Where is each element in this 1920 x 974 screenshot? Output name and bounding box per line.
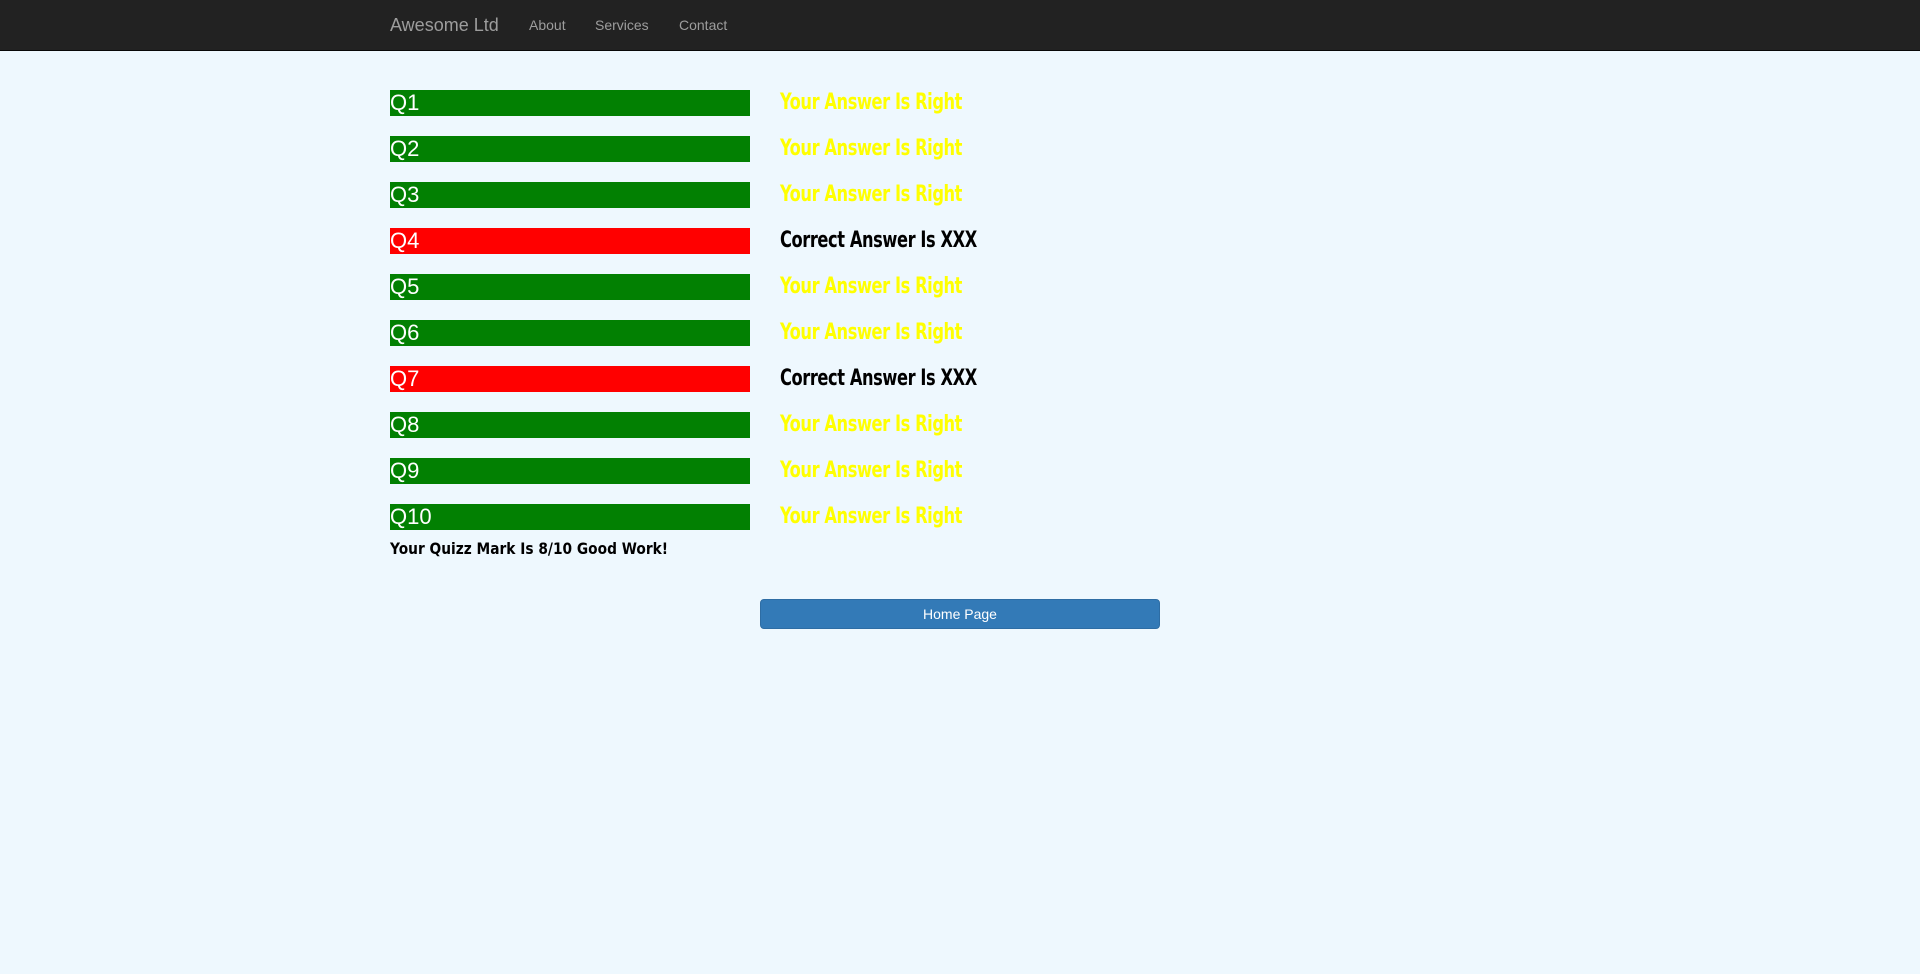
result-row: Q1 Your Answer Is Right bbox=[390, 90, 1190, 116]
answer-verdict: Your Answer Is Right bbox=[780, 412, 963, 437]
nav-link-services[interactable]: Services bbox=[595, 17, 649, 33]
question-bar-q3: Q3 bbox=[390, 182, 750, 208]
answer-verdict: Your Answer Is Right bbox=[780, 320, 963, 345]
result-row: Q9 Your Answer Is Right bbox=[390, 458, 1190, 484]
question-bar-q7: Q7 bbox=[390, 366, 750, 392]
question-bar-q1: Q1 bbox=[390, 90, 750, 116]
answer-verdict: Your Answer Is Right bbox=[780, 182, 963, 207]
answer-verdict: Your Answer Is Right bbox=[780, 90, 963, 115]
question-bar-q5: Q5 bbox=[390, 274, 750, 300]
result-row: Q2 Your Answer Is Right bbox=[390, 136, 1190, 162]
answer-verdict: Your Answer Is Right bbox=[780, 458, 963, 483]
question-bar-q4: Q4 bbox=[390, 228, 750, 254]
result-row: Q7 Correct Answer Is XXX bbox=[390, 366, 1190, 392]
result-row: Q10 Your Answer Is Right bbox=[390, 504, 1190, 530]
quiz-mark-summary: Your Quizz Mark Is 8/10 Good Work! bbox=[390, 539, 669, 558]
answer-verdict: Your Answer Is Right bbox=[780, 504, 963, 529]
result-row: Q6 Your Answer Is Right bbox=[390, 320, 1190, 346]
result-row: Q5 Your Answer Is Right bbox=[390, 274, 1190, 300]
answer-verdict: Your Answer Is Right bbox=[780, 274, 963, 299]
result-row: Q4 Correct Answer Is XXX bbox=[390, 228, 1190, 254]
question-bar-q2: Q2 bbox=[390, 136, 750, 162]
question-bar-q6: Q6 bbox=[390, 320, 750, 346]
brand-link[interactable]: Awesome Ltd bbox=[390, 14, 499, 36]
question-bar-q8: Q8 bbox=[390, 412, 750, 438]
nav-link-contact[interactable]: Contact bbox=[679, 17, 727, 33]
answer-verdict: Your Answer Is Right bbox=[780, 136, 963, 161]
nav-link-about[interactable]: About bbox=[529, 17, 566, 33]
answer-verdict: Correct Answer Is XXX bbox=[780, 366, 977, 391]
home-page-button[interactable]: Home Page bbox=[760, 599, 1160, 629]
question-bar-q10: Q10 bbox=[390, 504, 750, 530]
question-bar-q9: Q9 bbox=[390, 458, 750, 484]
result-row: Q8 Your Answer Is Right bbox=[390, 412, 1190, 438]
result-row: Q3 Your Answer Is Right bbox=[390, 182, 1190, 208]
navbar: Awesome Ltd About Services Contact bbox=[0, 0, 1920, 51]
answer-verdict: Correct Answer Is XXX bbox=[780, 228, 977, 253]
